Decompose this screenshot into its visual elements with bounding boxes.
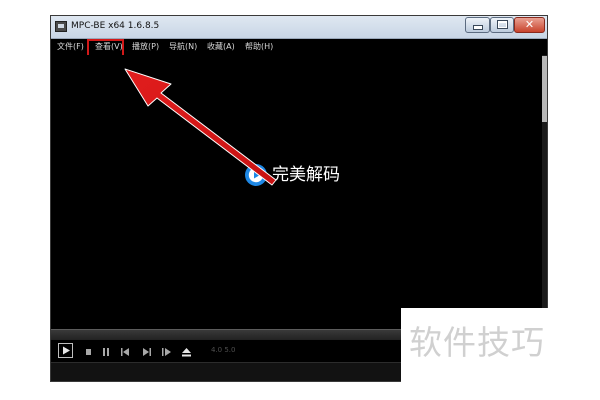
minimize-button[interactable]	[465, 17, 490, 33]
screenshot-stage: MPC-BE x64 1.6.8.5 ✕ 文件(F) 查看(V) 播放(P) 导…	[0, 0, 600, 400]
prev-button[interactable]	[118, 344, 133, 358]
perfect-decoder-logo: 完美解码	[244, 162, 358, 188]
stop-icon	[103, 348, 109, 356]
eject-icon	[182, 348, 191, 357]
close-button[interactable]: ✕	[514, 17, 545, 33]
maximize-button[interactable]	[490, 17, 514, 33]
skip-back-icon	[121, 348, 129, 356]
next-button[interactable]	[139, 344, 154, 358]
watermark-overlay: 软件技巧	[401, 308, 600, 400]
perfect-decoder-logo-icon	[245, 164, 267, 186]
volume-readout: 4.0 5.0	[211, 346, 236, 354]
frame-step-icon	[162, 348, 171, 356]
scroll-thumb[interactable]	[542, 56, 547, 122]
maximize-icon	[498, 21, 507, 28]
logo-text: 完美解码	[272, 165, 340, 185]
minimize-icon	[474, 26, 482, 29]
pause-icon	[86, 349, 91, 355]
play-icon	[63, 346, 70, 355]
menu-file[interactable]: 文件(F)	[57, 41, 84, 53]
play-button[interactable]	[58, 343, 73, 358]
stop-button[interactable]	[99, 344, 114, 358]
watermark-text: 软件技巧	[409, 323, 545, 362]
pause-button[interactable]	[81, 344, 96, 358]
app-icon[interactable]	[55, 21, 67, 32]
menu-favorites[interactable]: 收藏(A)	[207, 41, 235, 53]
eject-button[interactable]	[179, 344, 194, 358]
menu-play[interactable]: 播放(P)	[132, 41, 159, 53]
menu-navigate[interactable]: 导航(N)	[169, 41, 197, 53]
window-title: MPC-BE x64 1.6.8.5	[71, 21, 160, 31]
skip-forward-icon	[143, 348, 151, 356]
video-area[interactable]	[51, 55, 542, 329]
menu-bar: 文件(F) 查看(V) 播放(P) 导航(N) 收藏(A) 帮助(H)	[51, 39, 547, 55]
frame-step-button[interactable]	[159, 344, 174, 358]
close-icon: ✕	[524, 18, 535, 31]
title-bar[interactable]: MPC-BE x64 1.6.8.5 ✕	[51, 16, 547, 39]
menu-help[interactable]: 帮助(H)	[245, 41, 273, 53]
